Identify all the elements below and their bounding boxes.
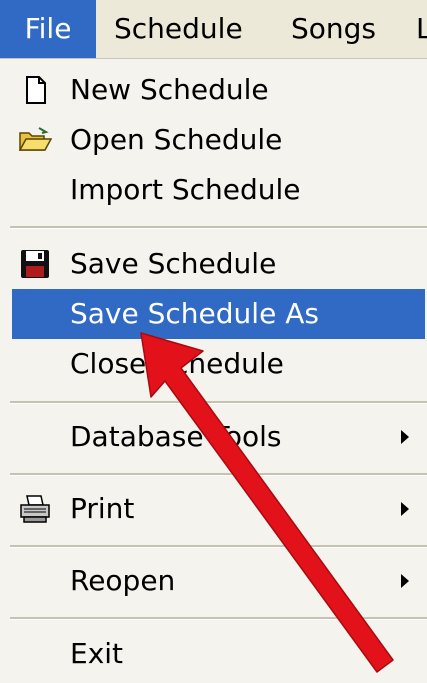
menu-schedule[interactable]: Schedule xyxy=(114,0,243,58)
menu-item-close-schedule[interactable]: Close Schedule xyxy=(12,339,425,389)
menu-item-save-schedule[interactable]: Save Schedule xyxy=(12,239,425,289)
menu-item-import-schedule[interactable]: Import Schedule xyxy=(12,165,425,215)
printer-icon xyxy=(18,493,52,525)
menu-item-label: Reopen xyxy=(70,564,176,597)
menu-item-label: Save Schedule xyxy=(70,247,277,280)
menu-item-new-schedule[interactable]: New Schedule xyxy=(12,65,425,115)
menu-item-label: Database Tools xyxy=(70,420,282,453)
menu-separator xyxy=(10,473,427,476)
menu-separator xyxy=(10,226,427,229)
submenu-arrow-icon xyxy=(401,502,409,516)
menu-item-label: Close Schedule xyxy=(70,347,284,380)
menu-item-save-schedule-as[interactable]: Save Schedule As xyxy=(12,289,425,339)
submenu-arrow-icon xyxy=(401,574,409,588)
menu-separator xyxy=(10,401,427,404)
menu-item-label: Exit xyxy=(70,637,124,670)
menu-item-print[interactable]: Print xyxy=(12,484,425,534)
file-dropdown-menu: New Schedule Open Schedule Import Schedu… xyxy=(0,59,427,683)
menu-songs[interactable]: Songs xyxy=(291,0,376,58)
floppy-disk-icon xyxy=(18,248,52,280)
menu-item-open-schedule[interactable]: Open Schedule xyxy=(12,115,425,165)
open-folder-icon xyxy=(18,124,53,156)
menu-item-label: Print xyxy=(70,492,135,525)
menu-item-label: Import Schedule xyxy=(70,173,301,206)
menu-item-label: Open Schedule xyxy=(70,123,283,156)
menu-separator xyxy=(10,617,427,620)
menu-bar: File Schedule Songs L xyxy=(0,0,427,59)
submenu-arrow-icon xyxy=(401,430,409,444)
menu-item-label: New Schedule xyxy=(70,73,269,106)
new-document-icon xyxy=(18,74,52,106)
menu-cut-off-item[interactable]: L xyxy=(416,0,427,58)
menu-separator xyxy=(10,545,427,548)
menu-item-label: Save Schedule As xyxy=(70,297,319,330)
menu-item-exit[interactable]: Exit xyxy=(12,629,425,679)
app-window: File Schedule Songs L New Schedule xyxy=(0,0,427,683)
menu-item-database-tools[interactable]: Database Tools xyxy=(12,412,425,462)
menu-item-reopen[interactable]: Reopen xyxy=(12,556,425,606)
menu-file[interactable]: File xyxy=(0,0,96,58)
